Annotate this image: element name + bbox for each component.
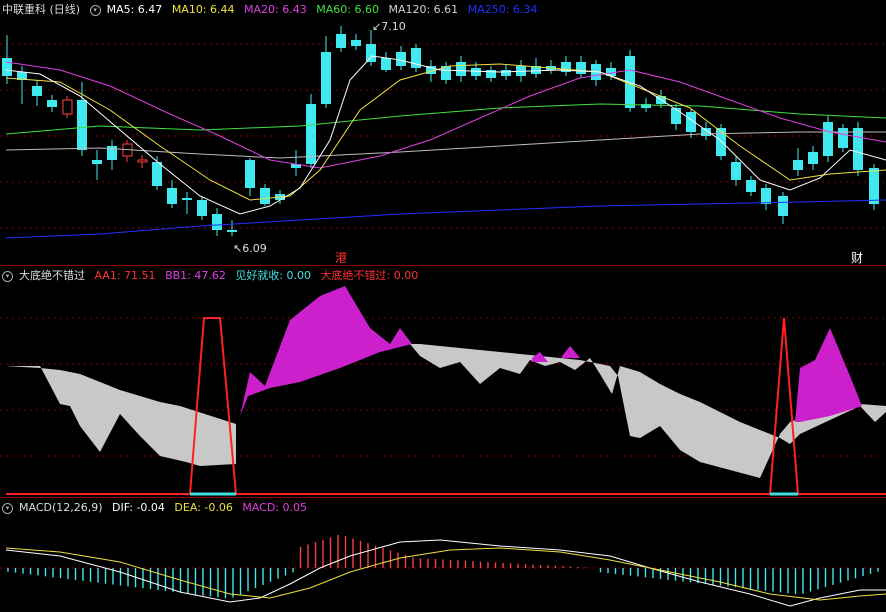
- candle-body-down: [260, 188, 270, 204]
- candle-body-down: [227, 230, 237, 232]
- candle-body-down: [182, 198, 192, 200]
- macd-dif: DIF: -0.04: [112, 501, 165, 514]
- bb-area-gray: [6, 366, 236, 466]
- macd-chart[interactable]: [0, 498, 886, 612]
- indicator-take-profit: 见好就收: 0.00: [235, 269, 312, 282]
- dif-line: [5, 539, 886, 607]
- macd-header: ▾ MACD(12,26,9) DIF: -0.04 DEA: -0.06 MAC…: [2, 501, 313, 515]
- settings-circle-icon[interactable]: ▾: [89, 5, 101, 16]
- indicator-aa1: AA1: 71.51: [94, 269, 156, 282]
- indicator-header: ▾ 大底绝不错过 AA1: 71.51 BB1: 47.62 见好就收: 0.00…: [2, 269, 424, 283]
- candle-body-down: [47, 100, 57, 107]
- ma250-line: [5, 199, 886, 239]
- ma-label-60: MA60: 6.60: [316, 3, 379, 16]
- macd-name: MACD(12,26,9): [19, 501, 103, 514]
- indicator-chart[interactable]: [0, 266, 886, 497]
- candle-body-down: [778, 196, 788, 216]
- candle-body-down: [456, 62, 466, 76]
- candle-body-down: [761, 188, 771, 204]
- candle-body-down: [396, 52, 406, 66]
- candle-body-down: [245, 160, 255, 188]
- ma-label-250: MA250: 6.34: [467, 3, 538, 16]
- aa1-area-magenta: [240, 286, 412, 416]
- candle-body-up: [137, 159, 148, 163]
- candle-body-down: [381, 58, 391, 70]
- settings-circle-icon[interactable]: ▾: [2, 503, 13, 514]
- settings-circle-icon[interactable]: ▾: [2, 271, 13, 282]
- candle-body-down: [366, 44, 376, 62]
- candle-body-down: [197, 200, 207, 216]
- candle-body-down: [167, 188, 177, 204]
- candle-body-down: [471, 68, 481, 76]
- candle-body-down: [501, 70, 511, 76]
- candle-body-down: [823, 122, 833, 156]
- ma-label-5: MA5: 6.47: [106, 3, 163, 16]
- ma10-line: [5, 63, 886, 201]
- macd-dea: DEA: -0.06: [174, 501, 233, 514]
- low-price-marker: ↖6.09: [233, 242, 267, 255]
- indicator-bottom: 大底绝不错过: 0.00: [320, 269, 419, 282]
- candle-body-down: [152, 162, 162, 186]
- ma-label-20: MA20: 6.43: [244, 3, 307, 16]
- candle-body-down: [716, 128, 726, 156]
- ma-label-120: MA120: 6.61: [388, 3, 459, 16]
- aa1-area-magenta: [562, 346, 580, 358]
- candle-body-down: [576, 62, 586, 74]
- candle-body-down: [32, 86, 42, 96]
- candle-body-down: [336, 34, 346, 48]
- candle-body-down: [671, 108, 681, 124]
- candle-body-down: [77, 100, 87, 150]
- event-marker-hk[interactable]: 港: [335, 249, 347, 266]
- event-marker-earnings[interactable]: 财: [851, 249, 863, 266]
- candle-body-up: [62, 99, 73, 115]
- aa1-area-magenta: [795, 328, 862, 422]
- ma-label-10: MA10: 6.44: [171, 3, 235, 16]
- candle-body-down: [838, 128, 848, 148]
- candle-body-down: [306, 104, 316, 164]
- candle-body-down: [731, 162, 741, 180]
- candle-body-down: [808, 152, 818, 164]
- candle-body-down: [2, 58, 12, 76]
- indicator-name: 大底绝不错过: [19, 269, 85, 282]
- candle-body-down: [701, 128, 711, 136]
- candle-body-down: [92, 160, 102, 164]
- candle-body-down: [746, 180, 756, 192]
- macd-panel[interactable]: ▾ MACD(12,26,9) DIF: -0.04 DEA: -0.06 MAC…: [0, 498, 886, 612]
- candle-body-down: [351, 40, 361, 46]
- candle-body-down: [869, 168, 879, 204]
- candle-body-down: [793, 160, 803, 170]
- high-price-marker: ↙7.10: [372, 20, 406, 33]
- candle-body-down: [853, 128, 863, 170]
- macd-value: MACD: 0.05: [242, 501, 307, 514]
- price-header: 中联重科 (日线) ▾ MA5: 6.47 MA10: 6.44 MA20: 6.…: [2, 3, 543, 17]
- candle-body-down: [321, 52, 331, 104]
- candlestick-chart[interactable]: [0, 0, 886, 265]
- dea-line: [5, 547, 886, 601]
- indicator-panel[interactable]: ▾ 大底绝不错过 AA1: 71.51 BB1: 47.62 见好就收: 0.00…: [0, 266, 886, 497]
- indicator-bb1: BB1: 47.62: [165, 269, 226, 282]
- stock-title: 中联重科 (日线): [2, 3, 81, 16]
- candle-body-down: [212, 214, 222, 230]
- price-panel[interactable]: 中联重科 (日线) ▾ MA5: 6.47 MA10: 6.44 MA20: 6.…: [0, 0, 886, 265]
